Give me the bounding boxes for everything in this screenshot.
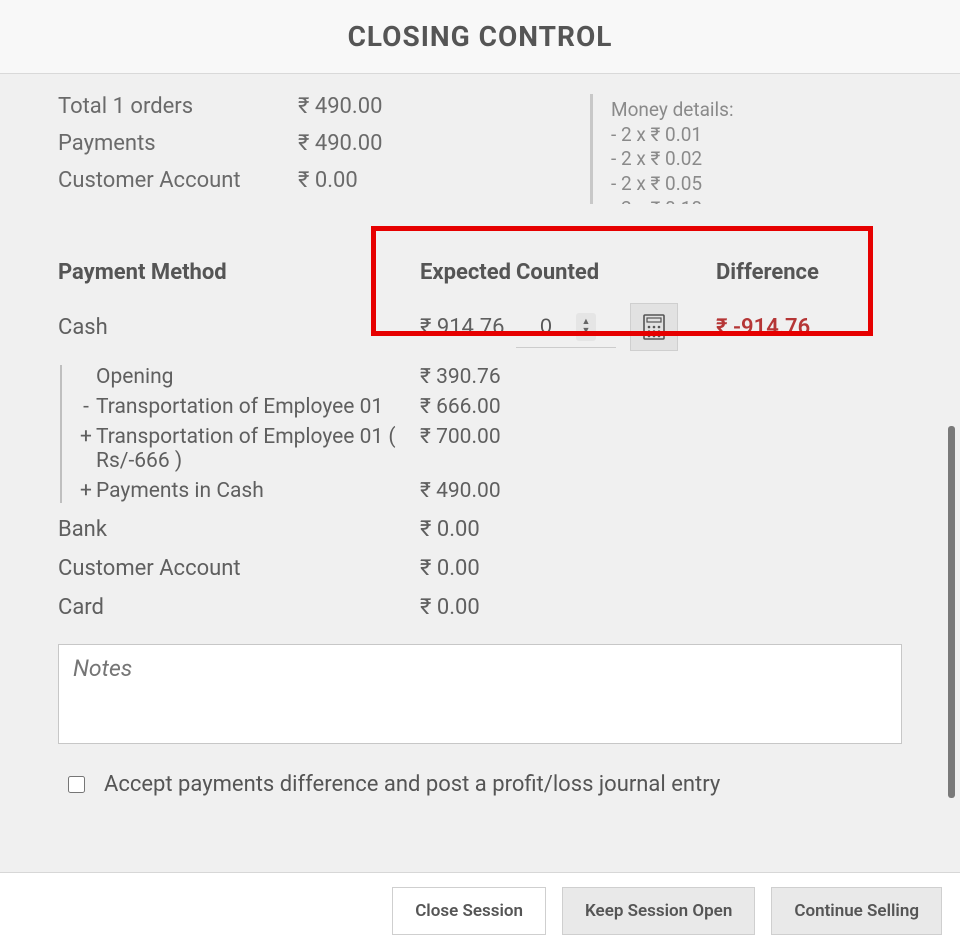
payments-amount: ₹ 490.00 [298,131,498,156]
close-session-button[interactable]: Close Session [392,887,546,935]
notes-textarea[interactable] [58,644,902,744]
total-orders-amount: ₹ 490.00 [298,94,498,119]
line1-amount: ₹ 666.00 [420,395,570,419]
card-expected: ₹ 0.00 [420,595,570,620]
cash-counted-cell: ▲▼ [516,303,716,351]
spinner-arrows-icon[interactable]: ▲▼ [576,313,596,341]
summary-section: Total 1 orders ₹ 490.00 Payments ₹ 490.0… [58,94,902,204]
modal-header: CLOSING CONTROL [0,0,960,74]
col-difference: Difference [716,260,836,285]
payments-label: Payments [58,131,298,156]
opening-label: Opening [96,365,173,389]
money-detail-line: - 2 x ₹ 0.10 [611,197,884,204]
payment-row-card: Card ₹ 0.00 [58,595,902,620]
opening-amount: ₹ 390.76 [420,365,570,389]
calculator-button[interactable] [630,303,678,351]
accept-difference-label: Accept payments difference and post a pr… [104,772,720,797]
continue-selling-button[interactable]: Continue Selling [771,887,942,935]
line1-text: Transportation of Employee 01 [96,395,383,419]
cust-acc-label: Customer Account [58,556,420,581]
calculator-icon [643,314,665,340]
card-label: Card [58,595,420,620]
detail-opening: Opening ₹ 390.76 [76,365,902,389]
body-scrollbar[interactable] [948,426,955,798]
line2-amount: ₹ 700.00 [420,425,570,449]
accept-difference-row: Accept payments difference and post a pr… [58,772,902,797]
modal-body: Total 1 orders ₹ 490.00 Payments ₹ 490.0… [0,74,960,872]
payment-method-header: Payment Method Expected Counted Differen… [58,260,902,285]
line2-text: Transportation of Employee 01 ( Rs/-666 … [96,425,406,473]
total-orders-label: Total 1 orders [58,94,298,119]
cash-difference: ₹ -914.76 [716,315,836,340]
keep-session-open-button[interactable]: Keep Session Open [562,887,755,935]
col-expected: Expected [420,260,516,285]
customer-account-amount: ₹ 0.00 [298,168,498,193]
bank-expected: ₹ 0.00 [420,517,570,542]
line2-sign: + [76,425,96,449]
modal-title: CLOSING CONTROL [348,20,613,53]
cash-counted-input[interactable] [516,314,576,340]
payment-row-bank: Bank ₹ 0.00 [58,517,902,542]
col-counted: Counted [516,260,716,285]
col-payment-method: Payment Method [58,260,420,285]
cash-expected: ₹ 914.76 [420,315,516,340]
summary-grid: Total 1 orders ₹ 490.00 Payments ₹ 490.0… [58,94,498,193]
modal-footer: Close Session Keep Session Open Continue… [0,872,960,948]
accept-difference-checkbox[interactable] [68,776,85,793]
detail-line-3: +Payments in Cash ₹ 490.00 [76,479,902,503]
payment-row-customer-account: Customer Account ₹ 0.00 [58,556,902,581]
line3-text: Payments in Cash [96,479,264,503]
line3-sign: + [76,479,96,503]
detail-line-2: +Transportation of Employee 01 ( Rs/-666… [76,425,902,473]
cash-detail-block: Opening ₹ 390.76 -Transportation of Empl… [60,365,902,503]
cash-counted-input-wrap: ▲▼ [516,306,616,348]
money-detail-line: - 2 x ₹ 0.05 [611,172,884,197]
money-detail-line: - 2 x ₹ 0.02 [611,147,884,172]
payment-row-cash: Cash ₹ 914.76 ▲▼ [58,303,902,351]
cust-acc-expected: ₹ 0.00 [420,556,570,581]
money-details-title: Money details: [611,98,884,123]
line1-sign: - [76,395,96,419]
money-detail-line: - 2 x ₹ 0.01 [611,123,884,148]
money-details-box: Money details: - 2 x ₹ 0.01 - 2 x ₹ 0.02… [590,94,902,204]
cash-label: Cash [58,315,420,340]
detail-line-1: -Transportation of Employee 01 ₹ 666.00 [76,395,902,419]
payment-method-area: Payment Method Expected Counted Differen… [58,260,902,620]
closing-control-modal: CLOSING CONTROL Total 1 orders ₹ 490.00 … [0,0,960,948]
bank-label: Bank [58,517,420,542]
line3-amount: ₹ 490.00 [420,479,570,503]
customer-account-label: Customer Account [58,168,298,193]
